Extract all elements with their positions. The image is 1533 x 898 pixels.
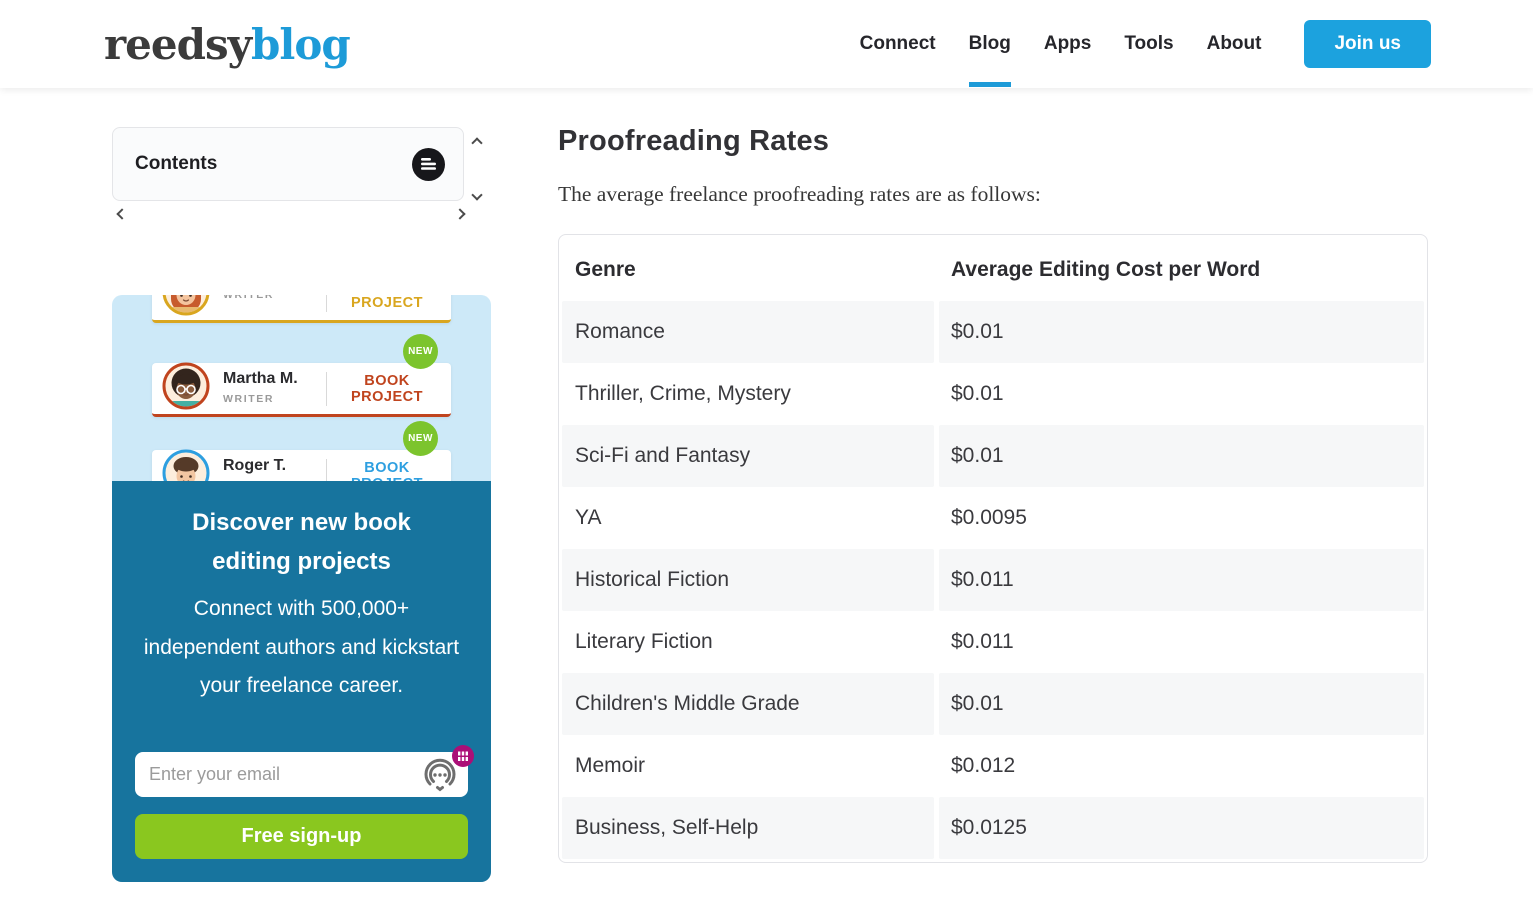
sidebar: Contents <box>112 127 491 882</box>
cost-cell: $0.0125 <box>939 797 1424 859</box>
writer-card: WRITER BOOK PROJECT <box>152 295 451 323</box>
table-row: Sci-Fi and Fantasy$0.01 <box>562 425 1424 487</box>
scroll-left-arrow-icon[interactable] <box>116 208 127 219</box>
promo-card: WRITER BOOK PROJECT Martha M. WRITER BOOK P… <box>112 295 491 882</box>
nav-item-connect[interactable]: Connect <box>860 0 936 88</box>
writer-name: Martha M. <box>223 370 326 388</box>
promo-signup-panel: Discover new book editing projects Conne… <box>112 481 491 882</box>
cost-cell: $0.01 <box>939 301 1424 363</box>
table-row: Children's Middle Grade$0.01 <box>562 673 1424 735</box>
email-field-wrap <box>135 752 468 797</box>
book-project-tag: BOOK PROJECT <box>331 373 443 405</box>
scroll-up-arrow-icon[interactable] <box>471 137 482 148</box>
scroll-down-arrow-icon[interactable] <box>471 189 482 200</box>
table-row: Romance$0.01 <box>562 301 1424 363</box>
writer-name-block: Martha M. WRITER <box>223 370 326 407</box>
cost-cell: $0.011 <box>939 611 1424 673</box>
table-header-genre: Genre <box>562 238 934 301</box>
extension-badge-icon[interactable] <box>451 744 475 768</box>
site-header: reedsyblog Connect Blog Apps Tools About Joi… <box>0 0 1533 88</box>
table-header-cost: Average Editing Cost per Word <box>939 238 1424 301</box>
table-row: YA$0.0095 <box>562 487 1424 549</box>
nav-item-label: Blog <box>969 33 1011 55</box>
active-tab-underline <box>969 82 1011 87</box>
site-logo[interactable]: reedsyblog <box>104 20 350 69</box>
contents-title: Contents <box>135 153 217 175</box>
table-header-row: Genre Average Editing Cost per Word <box>562 238 1424 301</box>
promo-body-text: Connect with 500,000+ independent author… <box>141 590 463 706</box>
new-badge: NEW <box>403 334 438 369</box>
nav-item-blog[interactable]: Blog <box>969 0 1011 88</box>
contents-widget: Contents <box>112 127 491 224</box>
cost-cell: $0.01 <box>939 363 1424 425</box>
genre-cell: Historical Fiction <box>562 549 934 611</box>
book-project-tag: BOOK PROJECT <box>331 295 443 311</box>
nav-item-tools[interactable]: Tools <box>1124 0 1173 88</box>
main-article: Proofreading Rates The average freelance… <box>558 88 1428 863</box>
page-content: Contents <box>0 88 1533 898</box>
join-us-button[interactable]: Join us <box>1304 20 1431 68</box>
cost-cell: $0.01 <box>939 425 1424 487</box>
writer-name: Roger T. <box>223 457 326 475</box>
genre-cell: Romance <box>562 301 934 363</box>
writer-name-block: WRITER <box>223 295 326 304</box>
nav-item-about[interactable]: About <box>1207 0 1262 88</box>
logo-text-secondary: blog <box>251 20 350 69</box>
free-signup-button[interactable]: Free sign-up <box>135 814 468 859</box>
logo-text-primary: reedsy <box>104 20 251 69</box>
writer-role: WRITER <box>223 295 274 301</box>
card-divider <box>326 372 327 406</box>
promo-heading: Discover new book editing projects <box>162 503 442 581</box>
nav-item-apps[interactable]: Apps <box>1044 0 1092 88</box>
genre-cell: Sci-Fi and Fantasy <box>562 425 934 487</box>
writer-avatar-icon <box>162 362 210 415</box>
genre-cell: Memoir <box>562 735 934 797</box>
genre-cell: Literary Fiction <box>562 611 934 673</box>
table-row: Historical Fiction$0.011 <box>562 549 1424 611</box>
rates-table: Genre Average Editing Cost per Word Roma… <box>558 234 1428 863</box>
nav-item-label: About <box>1207 33 1262 55</box>
nav-item-label: Apps <box>1044 33 1092 55</box>
contents-widget-inner: Contents <box>112 127 464 201</box>
table-row: Memoir$0.012 <box>562 735 1424 797</box>
card-divider <box>326 295 327 312</box>
writer-avatar-icon <box>162 295 210 321</box>
nav-item-label: Connect <box>860 33 936 55</box>
cost-cell: $0.01 <box>939 673 1424 735</box>
writer-role: WRITER <box>223 393 274 405</box>
cost-cell: $0.012 <box>939 735 1424 797</box>
page-title: Proofreading Rates <box>558 125 1428 158</box>
genre-cell: Thriller, Crime, Mystery <box>562 363 934 425</box>
cost-cell: $0.011 <box>939 549 1424 611</box>
table-row: Business, Self-Help$0.0125 <box>562 797 1424 859</box>
nav-items: Connect Blog Apps Tools About <box>827 0 1262 88</box>
table-row: Thriller, Crime, Mystery$0.01 <box>562 363 1424 425</box>
main-nav: Connect Blog Apps Tools About Join us <box>827 0 1431 88</box>
writer-card: Martha M. WRITER BOOK PROJECT <box>152 363 451 417</box>
scroll-right-arrow-icon[interactable] <box>454 208 465 219</box>
genre-cell: Children's Middle Grade <box>562 673 934 735</box>
nav-item-label: Tools <box>1124 33 1173 55</box>
hamburger-menu-icon[interactable] <box>412 148 445 181</box>
cost-cell: $0.0095 <box>939 487 1424 549</box>
intro-text: The average freelance proofreading rates… <box>558 182 1428 207</box>
genre-cell: YA <box>562 487 934 549</box>
table-row: Literary Fiction$0.011 <box>562 611 1424 673</box>
genre-cell: Business, Self-Help <box>562 797 934 859</box>
new-badge: NEW <box>403 421 438 456</box>
